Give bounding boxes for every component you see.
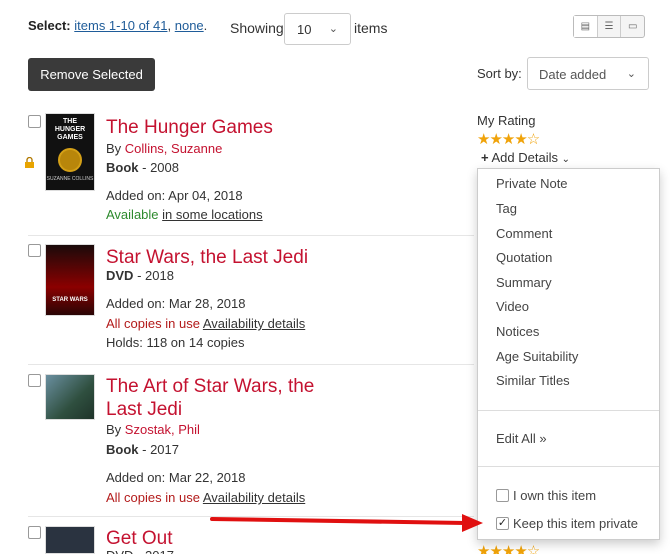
item-format: DVD - 2017 — [106, 546, 174, 554]
add-details-label: Add Details — [491, 150, 558, 165]
format-label: Book — [106, 160, 139, 175]
sort-value: Date added — [539, 67, 607, 82]
added-date: Added on: Mar 22, 2018 — [106, 470, 246, 485]
item-checkbox[interactable] — [28, 526, 41, 539]
item-format: Book - 2008 — [106, 158, 179, 178]
item-author: By Szostak, Phil — [106, 420, 200, 440]
cover-author: SUZANNE COLLINS — [46, 176, 94, 182]
menu-item-notices[interactable]: Notices — [496, 324, 539, 339]
by-label: By — [106, 422, 122, 437]
cover-image[interactable] — [45, 526, 95, 554]
sort-select[interactable]: Date added ⌄ — [527, 57, 649, 90]
select-label: Select: — [28, 18, 71, 33]
menu-divider — [478, 466, 659, 467]
sort-label: Sort by: — [477, 66, 522, 81]
added-date: Added on: Apr 04, 2018 — [106, 188, 243, 203]
title-line-2: Last Jedi — [106, 399, 183, 420]
cover-image[interactable]: THE HUNGER GAMES SUZANNE COLLINS — [45, 113, 95, 191]
added-date: Added on: Mar 28, 2018 — [106, 296, 246, 311]
cover-image[interactable]: STAR WARS — [45, 244, 95, 316]
menu-item-comment[interactable]: Comment — [496, 226, 552, 241]
keep-private-label: Keep this item private — [513, 516, 639, 531]
view-toggle: ▤ ☰ ▭ — [573, 15, 645, 38]
format-label: DVD — [106, 268, 134, 283]
status-text: All copies in use — [106, 490, 200, 505]
availability-details-link[interactable]: Availability details — [203, 316, 305, 331]
format-label: Book — [106, 442, 139, 457]
lock-icon — [25, 157, 34, 168]
year-label: - 2017 — [142, 442, 179, 457]
title-line-1: The Art of Star Wars, the — [106, 376, 315, 397]
mockingjay-icon — [58, 148, 82, 172]
own-item-label: I own this item — [513, 488, 597, 503]
menu-item-private-note[interactable]: Private Note — [496, 176, 568, 191]
year-label: - 2008 — [142, 160, 179, 175]
status-text: Available — [106, 207, 159, 222]
item-format: Book - 2017 — [106, 440, 179, 460]
availability-details-link[interactable]: Availability details — [203, 490, 305, 505]
per-page-value: 10 — [297, 22, 312, 37]
keep-private-checkbox-checked[interactable]: ✓ — [496, 517, 509, 530]
item-title-link[interactable]: The Hunger Games — [106, 116, 273, 139]
by-label: By — [106, 141, 122, 156]
item-author: By Collins, Suzanne — [106, 139, 222, 159]
select-controls: Select: items 1-10 of 41, none. — [28, 18, 207, 33]
my-rating-label: My Rating — [477, 113, 536, 128]
menu-item-similar-titles[interactable]: Similar Titles — [496, 373, 570, 388]
menu-item-age-suitability[interactable]: Age Suitability — [496, 349, 578, 364]
menu-item-tag[interactable]: Tag — [496, 201, 517, 216]
availability: Available in some locations — [106, 205, 263, 225]
holds-count: Holds: 118 on 14 copies — [106, 335, 245, 350]
star-rating[interactable]: ★★★★☆ — [477, 130, 540, 148]
select-end: . — [203, 18, 208, 33]
plus-icon: + — [481, 150, 489, 165]
menu-item-quotation[interactable]: Quotation — [496, 250, 552, 265]
menu-item-video[interactable]: Video — [496, 299, 529, 314]
item-title-link[interactable]: The Art of Star Wars, the Last Jedi — [106, 375, 314, 421]
showing-label: Showing — [230, 20, 284, 36]
availability: All copies in use Availability details — [106, 488, 305, 508]
availability: All copies in use Availability details — [106, 314, 305, 334]
own-item-checkbox[interactable] — [496, 489, 509, 502]
remove-selected-button[interactable]: Remove Selected — [28, 58, 155, 91]
select-range-link[interactable]: items 1-10 of 41 — [74, 18, 167, 33]
status-text: All copies in use — [106, 316, 200, 331]
menu-item-summary[interactable]: Summary — [496, 275, 552, 290]
chevron-down-icon: ⌄ — [626, 68, 636, 80]
menu-divider — [478, 410, 659, 411]
add-details-toggle[interactable]: + Add Details ⌄ — [481, 150, 570, 165]
item-checkbox[interactable] — [28, 244, 41, 257]
author-link[interactable]: Szostak, Phil — [125, 422, 200, 437]
menu-item-edit-all[interactable]: Edit All » — [496, 431, 547, 446]
item-checkbox[interactable] — [28, 115, 41, 128]
select-separator: , — [167, 18, 172, 33]
star-rating[interactable]: ★★★★☆ — [477, 542, 539, 554]
cover-title: THE HUNGER GAMES — [54, 118, 86, 141]
author-link[interactable]: Collins, Suzanne — [125, 141, 223, 156]
own-item-option[interactable]: I own this item — [496, 488, 596, 503]
list-view-icon[interactable]: ▤ — [574, 16, 598, 37]
item-checkbox[interactable] — [28, 374, 41, 387]
per-page-select[interactable]: 10 ⌄ — [284, 13, 351, 45]
chevron-down-icon: ⌄ — [328, 23, 338, 35]
cover-image[interactable] — [45, 374, 95, 420]
locations-link[interactable]: in some locations — [162, 207, 262, 222]
items-label: items — [354, 20, 388, 36]
cover-title: STAR WARS — [52, 297, 88, 303]
year-label: - 2018 — [137, 268, 174, 283]
annotation-arrow — [210, 514, 483, 532]
keep-private-option[interactable]: ✓ Keep this item private — [496, 516, 638, 531]
print-icon[interactable]: ▭ — [621, 16, 644, 37]
item-format: DVD - 2018 — [106, 266, 174, 286]
add-details-menu: Private Note Tag Comment Quotation Summa… — [477, 168, 660, 540]
compact-view-icon[interactable]: ☰ — [598, 16, 622, 37]
chevron-down-icon: ⌄ — [561, 154, 570, 165]
divider — [28, 364, 474, 365]
select-none-link[interactable]: none — [175, 18, 204, 33]
divider — [28, 235, 474, 236]
